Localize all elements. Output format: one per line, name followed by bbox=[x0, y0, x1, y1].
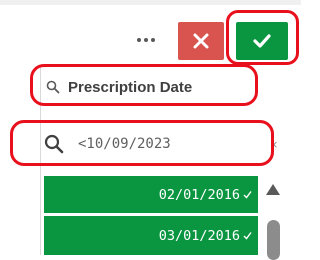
list-item[interactable]: 03/01/2016 bbox=[44, 216, 258, 255]
more-horizontal-icon bbox=[137, 38, 141, 42]
list-item-label: 02/01/2016 bbox=[158, 186, 240, 203]
close-icon bbox=[193, 33, 209, 49]
more-options-button[interactable] bbox=[128, 30, 164, 50]
top-divider bbox=[0, 0, 301, 5]
highlight-field-title bbox=[30, 64, 258, 106]
checkmark-icon bbox=[243, 232, 252, 240]
highlight-search-input bbox=[10, 120, 274, 166]
cancel-selection-button[interactable] bbox=[178, 22, 224, 60]
list-item[interactable]: 02/01/2016 bbox=[44, 176, 258, 213]
scroll-thumb[interactable] bbox=[267, 220, 280, 260]
list-item-label: 03/01/2016 bbox=[158, 227, 240, 244]
highlight-confirm-button bbox=[226, 10, 299, 65]
checkmark-icon bbox=[243, 191, 252, 199]
scroll-up-arrow-icon[interactable] bbox=[266, 184, 280, 195]
